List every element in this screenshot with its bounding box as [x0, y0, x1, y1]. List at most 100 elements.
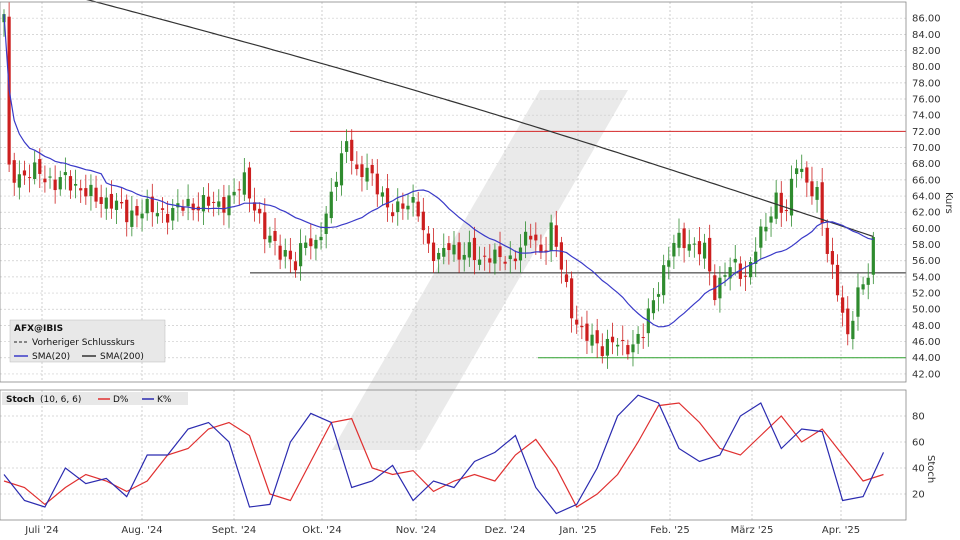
y-tick-label: 68.00: [912, 159, 941, 170]
candle-body: [616, 344, 620, 347]
candle-body: [667, 260, 671, 267]
candle-body: [191, 203, 195, 211]
stoch-tick-label: 40: [912, 464, 925, 475]
x-tick-label: März '25: [731, 525, 774, 536]
candle-body: [600, 346, 604, 357]
candle-body: [641, 337, 645, 339]
y-tick-label: 80.00: [912, 62, 941, 73]
stoch-legend-title: Stoch: [6, 395, 35, 405]
candle-body: [723, 275, 727, 277]
candle-body: [401, 203, 405, 209]
y-tick-label: 56.00: [912, 256, 941, 267]
candle-body: [304, 242, 308, 248]
candle-body: [472, 237, 477, 261]
candle-body: [621, 339, 625, 342]
y-tick-label: 60.00: [912, 224, 941, 235]
candle-body: [498, 246, 502, 258]
stoch-axis-label: Stoch: [925, 455, 936, 483]
candle-body: [764, 226, 768, 232]
candle-body: [769, 216, 773, 223]
y-tick-label: 84.00: [912, 30, 941, 41]
candle-body: [447, 243, 451, 251]
x-tick-label: Dez. '24: [485, 525, 526, 536]
candle-body: [800, 168, 804, 172]
stoch-grid: [0, 390, 906, 520]
candle-body: [385, 188, 390, 208]
candle-body: [662, 265, 666, 296]
candle-body: [350, 139, 354, 161]
candle-body: [217, 201, 221, 207]
y-tick-label: 82.00: [912, 46, 941, 57]
candle-body: [605, 338, 610, 356]
x-tick-label: Aug. '24: [121, 525, 162, 536]
candle-body: [314, 239, 318, 249]
candle-body: [477, 259, 482, 265]
candle-body: [851, 320, 855, 340]
candle-body: [53, 179, 57, 191]
candle-body: [656, 294, 661, 297]
y-tick-label: 52.00: [912, 289, 941, 300]
candle-body: [682, 228, 686, 249]
y-tick-label: 66.00: [912, 175, 941, 186]
candle-body: [63, 172, 67, 176]
candle-body: [835, 264, 840, 296]
candle-body: [534, 234, 538, 241]
candle-body: [288, 250, 292, 260]
candle-body: [38, 159, 42, 174]
candle-body: [232, 191, 236, 196]
candle-body: [278, 245, 282, 260]
candle-body: [201, 195, 206, 212]
y-tick-label: 74.00: [912, 111, 941, 122]
candle-body: [626, 345, 630, 355]
candle-body: [871, 237, 875, 275]
candle-body: [779, 192, 783, 213]
candle-body: [483, 255, 487, 257]
candle-body: [651, 300, 656, 314]
candle-body: [457, 242, 461, 260]
x-tick-label: Sept. '24: [212, 525, 257, 536]
candle-body: [355, 164, 359, 170]
candle-body: [345, 141, 349, 152]
candle-body: [293, 261, 298, 271]
candle-body: [339, 153, 344, 186]
candle-body: [810, 181, 814, 197]
candle-body: [559, 242, 563, 270]
x-tick-label: Juli '24: [24, 525, 59, 536]
candle-body: [273, 231, 277, 242]
candle-body: [247, 167, 252, 199]
candle-body: [396, 201, 400, 213]
stoch-axis: 20 40 60 80: [912, 412, 925, 501]
stoch-tick-label: 20: [912, 490, 925, 501]
y-tick-label: 62.00: [912, 208, 941, 219]
candle-body: [431, 242, 436, 262]
candle-body: [104, 197, 108, 209]
candle-body: [411, 197, 415, 203]
candle-body: [171, 208, 175, 221]
candle-body: [564, 274, 569, 282]
candle-body: [84, 188, 88, 197]
y-tick-label: 78.00: [912, 78, 941, 89]
candle-body: [467, 242, 471, 258]
candle-body: [774, 192, 778, 219]
stoch-tick-label: 60: [912, 438, 925, 449]
x-tick-label: Nov. '24: [396, 525, 437, 536]
candle-body: [493, 249, 497, 264]
candle-body: [841, 297, 845, 313]
candle-body: [73, 183, 78, 186]
candle-body: [365, 167, 369, 182]
stoch-legend-params: (10, 6, 6): [40, 395, 81, 405]
candle-body: [452, 244, 456, 255]
candle-body: [33, 162, 37, 179]
candle-body: [94, 187, 98, 202]
y-tick-label: 54.00: [912, 272, 941, 283]
x-tick-label: Feb. '25: [650, 525, 690, 536]
candle-body: [237, 189, 241, 191]
candle-body: [406, 205, 410, 210]
candle-body: [513, 258, 517, 262]
y-tick-label: 48.00: [912, 321, 941, 332]
stoch-legend: Stoch (10, 6, 6) D% K%: [2, 392, 188, 405]
y-tick-label: 70.00: [912, 143, 941, 154]
candle-body: [380, 192, 385, 197]
candle-body: [570, 278, 574, 319]
candle-body: [437, 252, 441, 260]
